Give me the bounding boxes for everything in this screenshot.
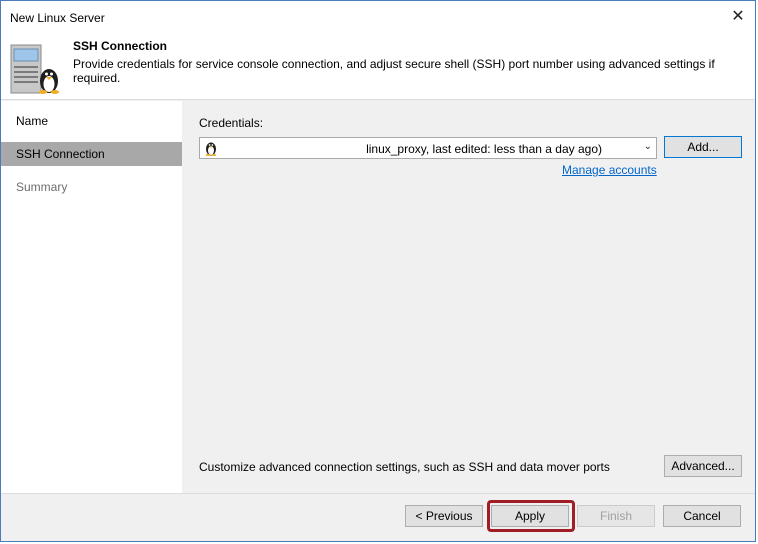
chevron-down-icon[interactable]: ⌄ bbox=[644, 141, 652, 152]
advanced-button[interactable]: Advanced... bbox=[664, 455, 742, 477]
new-linux-server-window: New Linux Server ✕ SSH Connection Provid… bbox=[0, 0, 756, 542]
step-summary: Summary bbox=[16, 180, 68, 194]
page-description: Provide credentials for service console … bbox=[73, 57, 715, 85]
window-title: New Linux Server bbox=[10, 11, 105, 25]
credentials-dropdown[interactable]: linux_proxy, last edited: less than a da… bbox=[199, 137, 657, 159]
manage-accounts-link[interactable]: Manage accounts bbox=[562, 163, 657, 177]
page-title: SSH Connection bbox=[73, 39, 168, 53]
add-credentials-button[interactable]: Add... bbox=[664, 136, 742, 158]
credentials-label: Credentials: bbox=[199, 116, 264, 130]
cancel-button[interactable]: Cancel bbox=[663, 505, 741, 527]
advanced-settings-description: Customize advanced connection settings, … bbox=[199, 460, 610, 474]
wizard-steps-sidebar: Name SSH Connection Summary bbox=[1, 101, 182, 493]
step-ssh-connection[interactable]: SSH Connection bbox=[1, 142, 182, 166]
finish-button: Finish bbox=[577, 505, 655, 527]
close-icon[interactable]: ✕ bbox=[721, 1, 755, 31]
ssh-connection-panel: Credentials: linux_proxy, last edited: l… bbox=[182, 101, 755, 493]
linux-server-icon bbox=[10, 44, 59, 94]
step-name[interactable]: Name bbox=[1, 109, 182, 133]
apply-highlight-frame bbox=[487, 500, 575, 532]
credentials-selected-value: linux_proxy, last edited: less than a da… bbox=[366, 142, 602, 156]
previous-button[interactable]: < Previous bbox=[405, 505, 483, 527]
wizard-header: SSH Connection Provide credentials for s… bbox=[1, 31, 755, 100]
tux-icon bbox=[205, 142, 217, 156]
title-bar: New Linux Server ✕ bbox=[1, 1, 755, 31]
